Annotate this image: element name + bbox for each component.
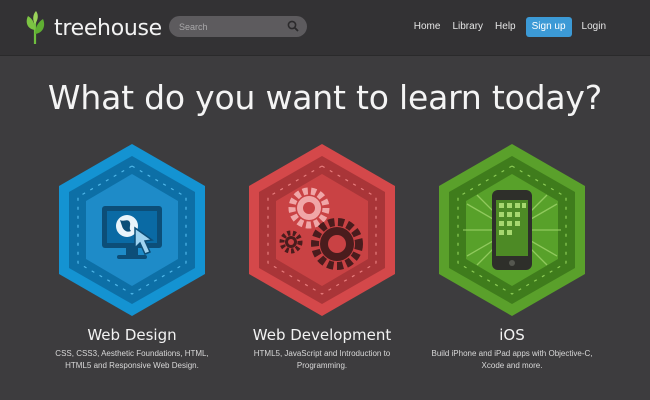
card-description: HTML5, JavaScript and Introduction to Pr… [253, 349, 391, 370]
top-header: treehouse Home Library Help Sign up Logi… [0, 0, 650, 56]
nav-home[interactable]: Home [408, 16, 447, 38]
page-headline: What do you want to learn today? [47, 78, 603, 117]
web-design-badge-icon [59, 144, 205, 316]
main-nav: Home Library Help Sign up Login [408, 16, 612, 38]
nav-help[interactable]: Help [489, 16, 522, 38]
card-description: Build iPhone and iPad apps with Objectiv… [431, 349, 593, 370]
card-title: iOS [499, 326, 525, 344]
logo-text: treehouse [54, 15, 162, 41]
search-bar[interactable] [169, 16, 307, 37]
topic-card-web-development[interactable]: Web Development HTML5, JavaScript and In… [227, 140, 417, 372]
card-title: Web Design [87, 326, 177, 344]
topic-card-web-design[interactable]: Web Design CSS, CSS3, Aesthetic Foundati… [37, 140, 227, 372]
ios-badge-icon [439, 144, 585, 316]
nav-login[interactable]: Login [576, 16, 612, 38]
search-icon[interactable] [287, 20, 299, 32]
topic-card-ios[interactable]: iOS Build iPhone and iPad apps with Obje… [417, 140, 607, 372]
leaf-logo-icon [26, 11, 45, 45]
logo[interactable]: treehouse [22, 8, 162, 48]
iphone-icon [492, 190, 532, 270]
signup-button[interactable]: Sign up [525, 17, 572, 37]
web-development-badge-icon [249, 144, 395, 316]
search-input[interactable] [169, 21, 279, 32]
card-description: CSS, CSS3, Aesthetic Foundations, HTML, … [55, 349, 209, 370]
card-title: Web Development [252, 326, 392, 344]
nav-library[interactable]: Library [446, 16, 489, 38]
